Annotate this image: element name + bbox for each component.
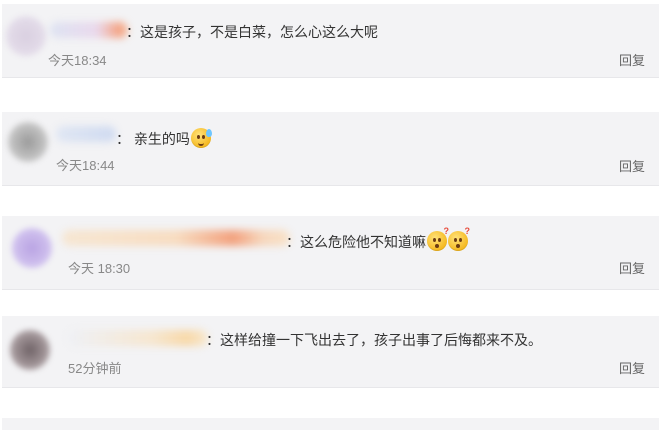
comment-timestamp: 今天 18:30 [68,261,131,276]
comment-item-partial [2,418,659,430]
comment-text-content: ：这么危险他不知道嘛 [286,234,426,250]
comment-timestamp: 今天18:34 [48,53,107,68]
wondering-face-emoji-icon: ? [427,227,449,251]
avatar[interactable] [8,122,48,162]
username-blurred[interactable] [56,126,116,142]
username-blurred[interactable] [68,330,208,346]
comment-item: ：这样给撞一下飞出去了，孩子出事了后悔都来不及。 52分钟前 回复 [2,316,659,388]
comment-list: ：这是孩子，不是白菜，怎么心这么大呢 今天18:34 回复 ： 亲生的吗 今天1… [0,0,665,430]
comment-text: ： 亲生的吗 [116,128,212,148]
sleepy-face-emoji-icon [190,128,212,148]
comment-timestamp: 52分钟前 [68,361,122,376]
reply-button[interactable]: 回复 [619,358,645,377]
reply-button[interactable]: 回复 [619,156,645,175]
comment-timestamp: 今天18:44 [56,158,115,173]
comment-text-content: ： 亲生的吗 [116,131,190,147]
comment-text: ：这么危险他不知道嘛?? [286,227,470,251]
comment-text-content: ：这是孩子，不是白菜，怎么心这么大呢 [126,24,378,40]
comment-item: ： 亲生的吗 今天18:44 回复 [2,112,659,186]
wondering-face-emoji-icon: ? [448,227,470,251]
username-blurred[interactable] [62,230,290,246]
avatar[interactable] [12,228,52,268]
comment-item: ：这么危险他不知道嘛?? 今天 18:30 回复 [2,216,659,290]
reply-button[interactable]: 回复 [619,50,645,69]
avatar[interactable] [6,16,46,56]
username-blurred[interactable] [50,22,128,38]
reply-button[interactable]: 回复 [619,258,645,277]
comment-text-content: ：这样给撞一下飞出去了，孩子出事了后悔都来不及。 [206,332,542,348]
avatar[interactable] [10,330,50,370]
comment-item: ：这是孩子，不是白菜，怎么心这么大呢 今天18:34 回复 [2,4,659,78]
comment-text: ：这是孩子，不是白菜，怎么心这么大呢 [126,23,378,41]
comment-text: ：这样给撞一下飞出去了，孩子出事了后悔都来不及。 [206,331,542,349]
